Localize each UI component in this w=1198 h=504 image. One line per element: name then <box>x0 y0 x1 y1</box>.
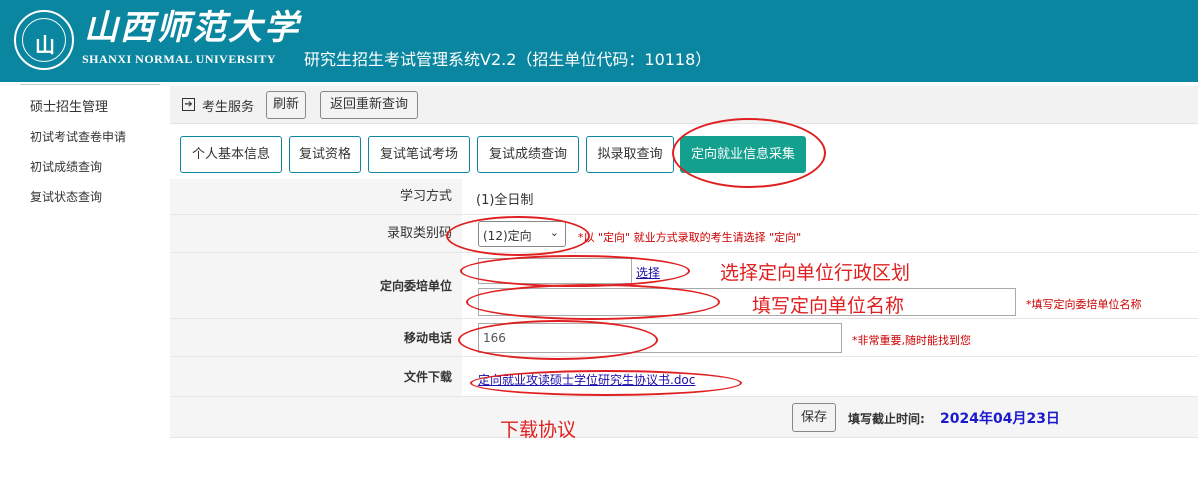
section-label: 考生服务 <box>202 100 255 115</box>
annotation-circle-mobile <box>458 320 658 360</box>
arrow-right-icon: ➔ <box>182 98 195 111</box>
annotation-region-note: 选择定向单位行政区划 <box>720 262 911 284</box>
study-mode-label: 学习方式 <box>170 179 462 214</box>
row-admission-category: 录取类别码 (12)定向 ⌄ *以 "定向" 就业方式录取的考生请选择 "定向" <box>170 215 1198 253</box>
back-requery-button[interactable]: 返回重新查询 <box>320 91 418 119</box>
annotation-circle-region <box>460 255 690 287</box>
toolbar: ➔ 考生服务 刷新 返回重新查询 <box>170 86 1198 124</box>
tab-admission-query[interactable]: 拟录取查询 <box>586 136 674 173</box>
row-study-mode: 学习方式 (1)全日制 <box>170 179 1198 215</box>
university-name-en: SHANXI NORMAL UNIVERSITY <box>82 52 277 66</box>
sidebar-divider <box>20 84 160 85</box>
download-label: 文件下载 <box>170 357 462 396</box>
header-banner: 山 山西师范大学 SHANXI NORMAL UNIVERSITY 研究生招生考… <box>0 0 1198 82</box>
admission-category-label: 录取类别码 <box>170 215 462 252</box>
sidebar: 硕士招生管理 初试考试查卷申请 初试成绩查询 复试状态查询 <box>0 84 160 504</box>
save-button[interactable]: 保存 <box>792 403 836 432</box>
annotation-circle-download <box>470 370 742 396</box>
tab-written-exam-room[interactable]: 复试笔试考场 <box>368 136 470 173</box>
annotation-circle-category <box>446 216 590 256</box>
tab-retest-scores[interactable]: 复试成绩查询 <box>477 136 579 173</box>
refresh-button[interactable]: 刷新 <box>266 91 306 119</box>
employer-label: 定向委培单位 <box>170 253 462 318</box>
row-mobile: 移动电话 166 *非常重要,随时能找到您 <box>170 319 1198 357</box>
annotation-circle-name <box>466 284 720 320</box>
annotation-circle-tab <box>672 118 826 188</box>
sidebar-item-master-admission[interactable]: 硕士招生管理 <box>30 96 108 115</box>
deadline-value: 2024年04月23日 <box>940 411 1060 427</box>
row-save: 保存 填写截止时间: 2024年04月23日 <box>170 397 1198 438</box>
tab-personal-info[interactable]: 个人基本信息 <box>180 136 282 173</box>
annotation-download-note: 下载协议 <box>500 419 577 441</box>
sidebar-item-retest-status[interactable]: 复试状态查询 <box>30 188 102 205</box>
tab-retest-qualification[interactable]: 复试资格 <box>289 136 361 173</box>
mobile-hint: *非常重要,随时能找到您 <box>852 334 971 347</box>
sidebar-item-exam-review[interactable]: 初试考试查卷申请 <box>30 128 126 145</box>
deadline-label: 填写截止时间: <box>848 412 925 426</box>
mobile-label: 移动电话 <box>170 319 462 356</box>
university-emblem-icon: 山 <box>14 10 74 70</box>
emblem-char: 山 <box>35 33 55 57</box>
admission-category-hint: *以 "定向" 就业方式录取的考生请选择 "定向" <box>578 231 802 244</box>
annotation-name-note: 填写定向单位名称 <box>752 295 905 317</box>
university-name-cn: 山西师范大学 <box>84 8 300 48</box>
employer-name-hint: *填写定向委培单位名称 <box>1026 298 1142 311</box>
system-title: 研究生招生考试管理系统V2.2（招生单位代码：10118） <box>304 50 712 69</box>
sidebar-item-initial-scores[interactable]: 初试成绩查询 <box>30 158 102 175</box>
study-mode-value: (1)全日制 <box>476 193 534 208</box>
